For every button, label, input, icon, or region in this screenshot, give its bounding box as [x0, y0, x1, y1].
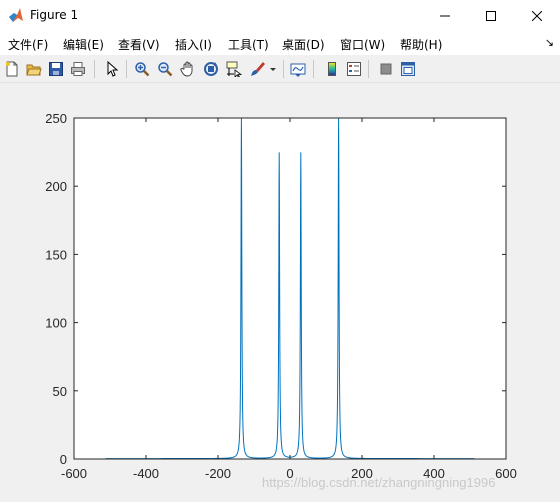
new-figure-icon [6, 61, 18, 77]
legend-button[interactable] [344, 59, 364, 79]
plot-axes[interactable]: -600 -400 -200 0 200 400 600 050100150200250 [0, 84, 560, 502]
edit-plot-icon [107, 61, 119, 77]
toolbar-separator [313, 60, 314, 78]
minimize-icon [440, 15, 450, 16]
y-tick-label: 250 [45, 111, 67, 126]
chevron-down-icon [270, 68, 276, 71]
menu-bar: 文件(F) 编辑(E) 查看(V) 插入(I) 工具(T) 桌面(D) 窗口(W… [0, 31, 560, 55]
toolbar-separator [283, 60, 284, 78]
link-plot-icon [290, 63, 306, 77]
colorbar-icon [328, 62, 336, 76]
menu-overflow-arrow-icon[interactable]: ↘ [545, 36, 554, 49]
edit-plot-button[interactable] [102, 59, 122, 79]
zoom-in-button[interactable] [132, 59, 152, 79]
zoom-in-icon [135, 62, 150, 77]
toolbar-separator [368, 60, 369, 78]
x-tick-label: -600 [61, 466, 87, 481]
matlab-logo-icon [9, 8, 23, 22]
toolbar-separator [94, 60, 95, 78]
x-tick-label: 600 [495, 466, 517, 481]
data-cursor-button[interactable] [224, 59, 244, 79]
brush-icon [251, 62, 265, 76]
window-title: Figure 1 [30, 8, 79, 22]
x-tick-label: -200 [205, 466, 231, 481]
maximize-button[interactable] [468, 0, 514, 31]
colorbar-button[interactable] [322, 59, 342, 79]
menu-desktop[interactable]: 桌面(D) [282, 36, 325, 53]
data-cursor-icon [226, 61, 242, 77]
pan-icon [180, 61, 193, 77]
pan-button[interactable] [178, 59, 198, 79]
hide-plot-tools-button[interactable] [376, 59, 396, 79]
y-tick-label: 0 [60, 452, 67, 467]
hide-plot-tools-icon [380, 63, 392, 75]
print-icon [71, 62, 85, 76]
menu-edit[interactable]: 编辑(E) [63, 36, 104, 53]
axes-background [74, 118, 506, 459]
new-figure-button[interactable] [2, 59, 22, 79]
menu-insert[interactable]: 插入(I) [175, 36, 212, 53]
link-plot-button[interactable] [288, 59, 308, 79]
open-file-button[interactable] [24, 59, 44, 79]
x-tick-label: -400 [133, 466, 159, 481]
close-icon [532, 10, 542, 21]
y-tick-label: 200 [45, 179, 67, 194]
y-tick-label: 150 [45, 247, 67, 262]
figure-canvas: -600 -400 -200 0 200 400 600 0 50 100 150 200 250 [0, 84, 560, 502]
show-plot-tools-icon [401, 62, 415, 76]
rotate-3d-icon [204, 62, 218, 76]
zoom-out-icon [158, 62, 173, 77]
maximize-icon [486, 10, 496, 21]
menu-view[interactable]: 查看(V) [118, 36, 160, 53]
close-button[interactable] [514, 0, 560, 31]
brush-dropdown-button[interactable] [268, 59, 278, 79]
menu-file[interactable]: 文件(F) [8, 36, 48, 53]
figure-toolbar [0, 55, 560, 83]
y-tick-label: 100 [45, 316, 67, 331]
brush-button[interactable] [247, 59, 267, 79]
save-icon [49, 62, 63, 76]
show-plot-tools-button[interactable] [398, 59, 418, 79]
title-bar: Figure 1 [0, 0, 560, 31]
rotate-3d-button[interactable] [201, 59, 221, 79]
print-button[interactable] [68, 59, 88, 79]
menu-help[interactable]: 帮助(H) [400, 36, 442, 53]
save-button[interactable] [46, 59, 66, 79]
legend-icon [347, 62, 361, 76]
menu-window[interactable]: 窗口(W) [340, 36, 385, 53]
y-tick-label: 50 [53, 384, 67, 399]
zoom-out-button[interactable] [155, 59, 175, 79]
open-file-icon [26, 64, 42, 76]
menu-tools[interactable]: 工具(T) [228, 36, 269, 53]
toolbar-separator [126, 60, 127, 78]
watermark-text: https://blog.csdn.net/zhangningning1996 [262, 475, 496, 490]
minimize-button[interactable] [422, 0, 468, 31]
